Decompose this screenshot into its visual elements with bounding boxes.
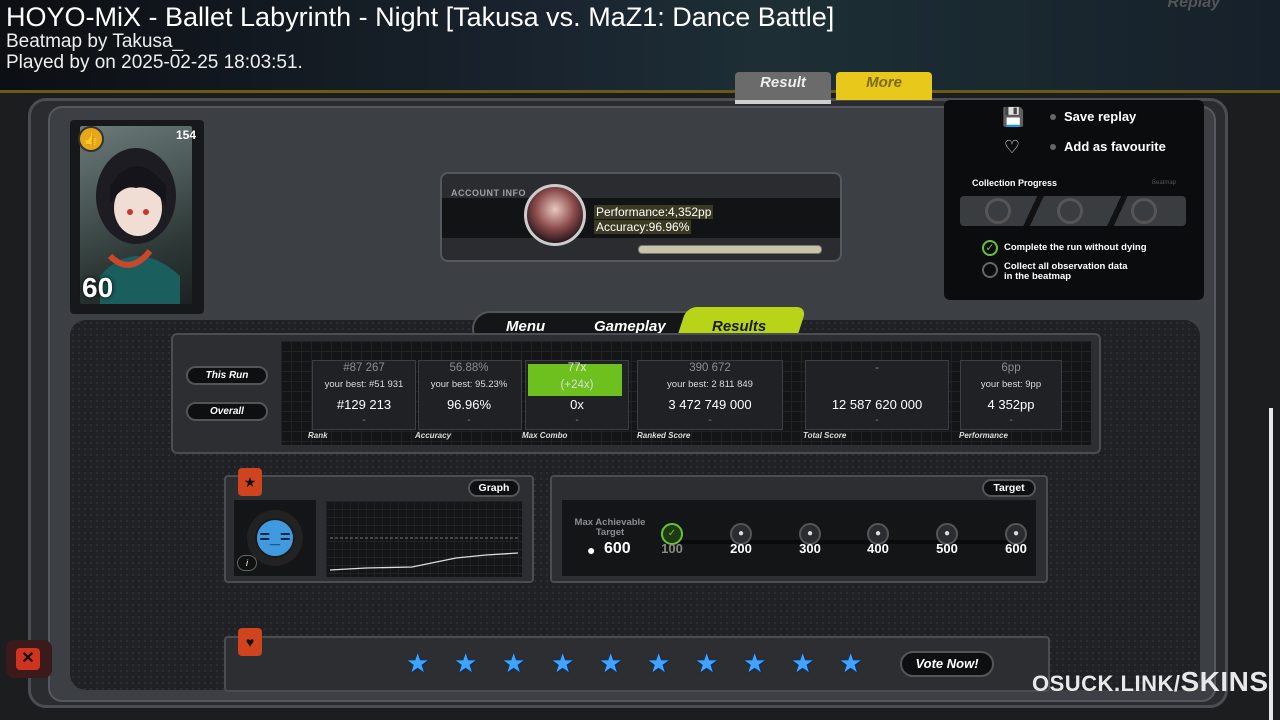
close-icon[interactable]: ✕ [16, 648, 40, 670]
target-value: 100 [661, 541, 683, 556]
accuracy-label: Accuracy [415, 431, 452, 440]
objective-no-death: Complete the run without dying [1004, 242, 1147, 253]
ranked-score-dash: - [708, 415, 712, 426]
account-performance: Performance:4,352pp [594, 205, 714, 219]
rank-label: Rank [308, 431, 328, 440]
replay-label: Replay [1167, 0, 1220, 11]
collection-progress-label: Collection Progress [972, 178, 1058, 188]
accuracy-value: 96.96% [446, 397, 492, 412]
heart-icon[interactable]: ♡ [1002, 137, 1022, 157]
accuracy-dash: - [467, 415, 471, 426]
star-icon[interactable]: ★ [695, 648, 718, 679]
ranked-score-run: 390 672 [689, 362, 731, 374]
heart-badge-icon: ♥ [238, 628, 262, 656]
target-button[interactable]: Target [982, 479, 1036, 497]
graph-button[interactable]: Graph [468, 479, 520, 497]
song-title: HOYO-MiX - Ballet Labyrinth - Night [Tak… [6, 2, 835, 32]
star-icon[interactable]: ★ [791, 648, 814, 679]
ranked-score-value: 3 472 749 000 [668, 397, 752, 412]
check-incomplete-icon [982, 262, 998, 278]
accuracy-run: 56.88% [449, 362, 489, 374]
add-favourite-button[interactable]: Add as favourite [1064, 139, 1166, 154]
star-badge-icon: ★ [238, 468, 262, 496]
performance-best: your best: 9pp [980, 379, 1042, 390]
tab-more[interactable]: More [836, 72, 932, 100]
watermark-suffix: SKINS [1180, 666, 1269, 697]
collection-item-icon [1057, 198, 1083, 224]
star-icon[interactable]: ★ [839, 648, 862, 679]
account-avatar[interactable] [524, 184, 586, 246]
vote-now-button[interactable]: Vote Now! [900, 651, 994, 677]
star-icon[interactable]: ★ [502, 648, 525, 679]
overall-button[interactable]: Overall [186, 402, 268, 421]
rank-run: #87 267 [343, 362, 385, 374]
favourite-dot [1050, 144, 1056, 150]
account-progress-bar [638, 245, 822, 254]
objective-observation-line2: in the beatmap [1004, 271, 1072, 282]
star-icon[interactable]: ★ [647, 648, 670, 679]
target-max-value: 600 [604, 540, 631, 557]
star-icon[interactable]: ★ [551, 648, 574, 679]
watermark-prefix: OSUCK.LINK/ [1032, 671, 1181, 696]
collection-beatmap-label: Beatmap [1152, 180, 1177, 186]
collection-item-icon [985, 198, 1011, 224]
target-value: 500 [936, 541, 958, 556]
target-value: 200 [730, 541, 752, 556]
account-info-label: ACCOUNT INFO [451, 188, 526, 198]
avatar-count: 154 [175, 128, 196, 142]
performance-run: 6pp [1001, 362, 1021, 374]
rank-best: your best: #51 931 [324, 379, 404, 390]
target-label-line2: Target [595, 527, 625, 538]
account-accuracy: Accuracy:96.96% [594, 220, 692, 234]
star-icon[interactable]: ★ [406, 648, 429, 679]
performance-value: 4 352pp [987, 397, 1035, 412]
info-button[interactable]: i [237, 555, 257, 571]
header-divider [0, 90, 1280, 93]
combo-value: 0x [570, 397, 584, 412]
combo-label: Max Combo [522, 431, 568, 440]
target-value: 600 [1005, 541, 1027, 556]
scrollbar[interactable] [1269, 408, 1273, 720]
combo-diff: (+24x) [560, 379, 594, 391]
performance-dash: - [1009, 415, 1013, 426]
performance-graph [326, 501, 522, 577]
flame-icon: ● [587, 542, 596, 558]
combo-run: 77x [567, 362, 587, 374]
star-icon[interactable]: ★ [454, 648, 477, 679]
combo-dash: - [575, 415, 579, 426]
player-level: 60 [82, 272, 114, 303]
tab-result[interactable]: Result [735, 72, 831, 104]
total-score-dash: - [875, 415, 879, 426]
star-icon[interactable]: ★ [743, 648, 766, 679]
target-value: 400 [867, 541, 889, 556]
played-by: Played by on 2025-02-25 18:03:51. [6, 52, 303, 73]
performance-label: Performance [959, 431, 1008, 440]
rank-value: #129 213 [336, 397, 392, 412]
ranked-score-label: Ranked Score [637, 431, 691, 440]
total-score-value: 12 587 620 000 [831, 397, 923, 412]
star-icon[interactable]: ★ [599, 648, 622, 679]
ranked-score-best: your best: 2 811 849 [667, 379, 753, 390]
neutral-face-icon[interactable]: =_= [255, 518, 295, 558]
beatmap-author: Beatmap by Takusa_ [6, 31, 184, 52]
target-value: 300 [799, 541, 821, 556]
target-label: Max Achievable Target [566, 518, 654, 538]
save-replay-dot [1050, 114, 1056, 120]
save-replay-button[interactable]: Save replay [1064, 109, 1136, 124]
this-run-button[interactable]: This Run [186, 366, 268, 385]
total-score-run: - [875, 362, 879, 374]
watermark: OSUCK.LINK/SKINS [1032, 666, 1269, 698]
accuracy-best: your best: 95.23% [430, 379, 508, 390]
rank-dash: - [362, 415, 366, 426]
collection-item-icon [1131, 198, 1157, 224]
total-score-label: Total Score [803, 431, 847, 440]
save-icon[interactable]: 💾 [1002, 107, 1024, 127]
check-complete-icon: ✓ [982, 240, 998, 256]
